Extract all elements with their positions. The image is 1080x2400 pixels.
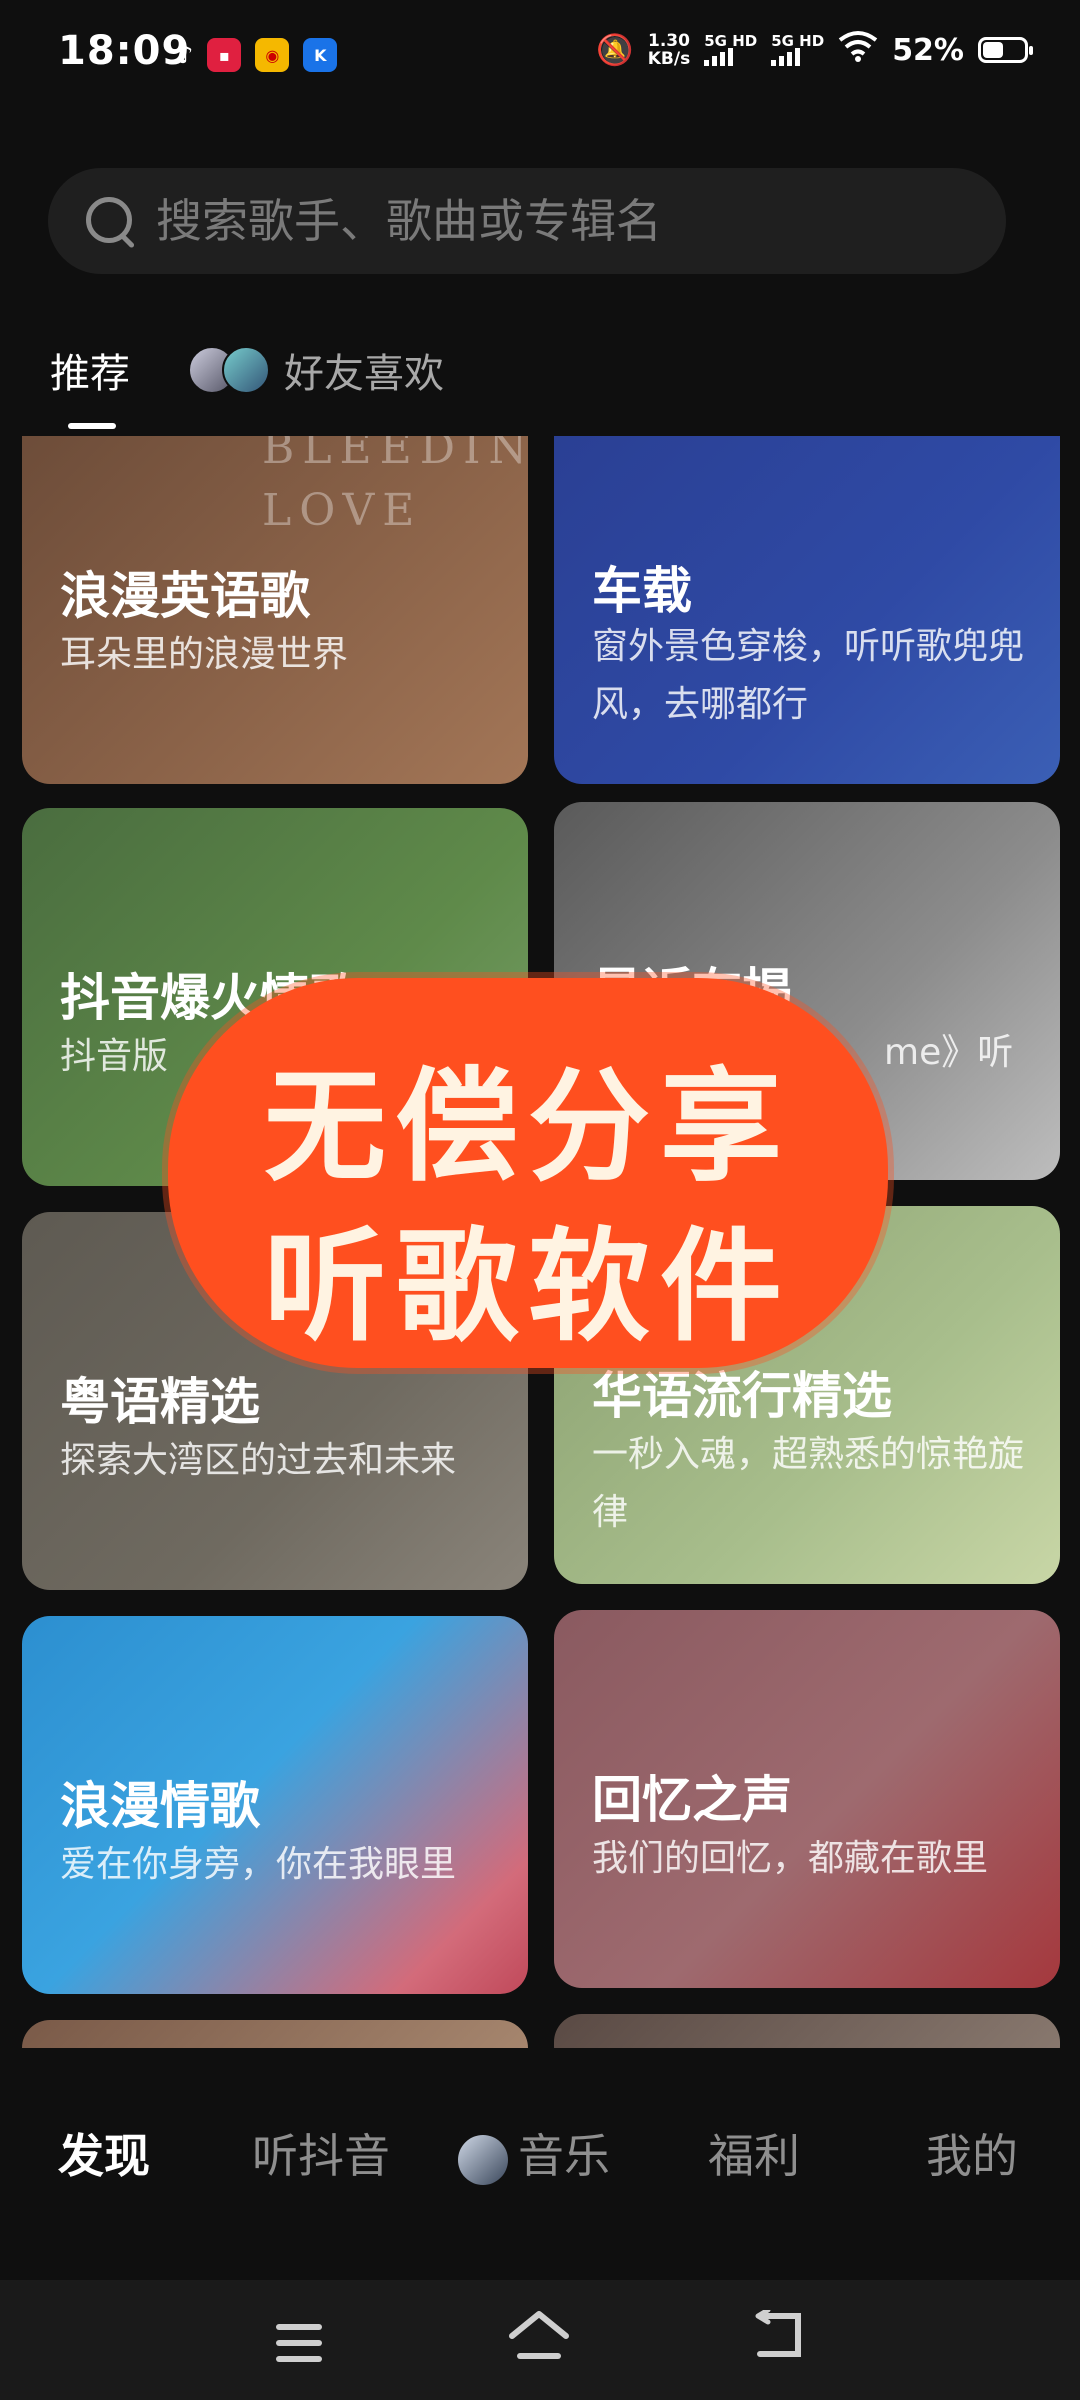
card-title: 回忆之声 bbox=[592, 1771, 792, 1829]
battery-percent: 52% bbox=[892, 32, 964, 68]
small-app-icon: ♪ bbox=[178, 41, 194, 69]
mute-bell-icon: 🔕 bbox=[596, 32, 634, 68]
nav-discover[interactable]: 发现 bbox=[58, 2120, 150, 2186]
tab-recommend[interactable]: 推荐 bbox=[50, 341, 130, 429]
status-right: 🔕 1.30 KB/s 5G HD 5G HD 52% bbox=[596, 30, 1033, 70]
sim1-label: 5G HD bbox=[704, 32, 758, 50]
playlist-card-memories[interactable]: 回忆之声 我们的回忆，都藏在歌里 bbox=[554, 1610, 1060, 1988]
tab-friends-label: 好友喜欢 bbox=[284, 351, 444, 397]
card-title: 浪漫英语歌 bbox=[60, 567, 310, 625]
card-subtitle: 爱在你身旁，你在我眼里 bbox=[60, 1844, 457, 1885]
nav-mine[interactable]: 我的 bbox=[926, 2120, 1018, 2186]
card-subtitle: 耳朵里的浪漫世界 bbox=[60, 634, 349, 675]
nav-music-label: 音乐 bbox=[518, 2129, 610, 2183]
avatar bbox=[222, 346, 270, 394]
card-subtitle: me》听 bbox=[884, 1032, 1014, 1073]
tab-friends-like[interactable]: 好友喜欢 bbox=[188, 341, 444, 399]
wifi-icon bbox=[838, 30, 878, 70]
playlist-card-partial[interactable] bbox=[22, 2020, 528, 2048]
speed-unit: KB/s bbox=[647, 49, 691, 69]
card-subtitle: 一秒入魂，超熟悉的惊艳旋律 bbox=[592, 1434, 1025, 1533]
playlist-card-car[interactable]: 车载 窗外景色穿梭，听听歌兜兜风，去哪都行 bbox=[554, 436, 1060, 784]
notification-icons: ♪ ▪ ◉ K bbox=[178, 38, 338, 72]
bottom-nav: 发现 听抖音 音乐 福利 我的 bbox=[0, 2048, 1080, 2280]
nav-music[interactable]: 音乐 bbox=[458, 2120, 610, 2186]
sim1-signal: 5G HD bbox=[704, 34, 757, 66]
overlay-line-2: 听歌软件 bbox=[264, 1216, 792, 1358]
overlay-line-1: 无偿分享 bbox=[264, 1056, 792, 1198]
nav-welfare[interactable]: 福利 bbox=[708, 2120, 800, 2186]
signal-bars-icon bbox=[704, 48, 757, 66]
signal-bars-icon bbox=[771, 48, 824, 66]
promo-overlay-sticker: 无偿分享 听歌软件 bbox=[168, 978, 888, 1368]
card-subtitle: 探索大湾区的过去和未来 bbox=[60, 1440, 457, 1481]
search-bar[interactable] bbox=[48, 168, 1006, 274]
back-icon[interactable] bbox=[754, 2307, 824, 2360]
playlist-card-love-songs[interactable]: 浪漫情歌 爱在你身旁，你在我眼里 bbox=[22, 1616, 528, 1994]
card-title: 浪漫情歌 bbox=[60, 1777, 260, 1835]
album-art-text: BLEEDIN LOVE bbox=[262, 436, 528, 536]
search-icon bbox=[80, 191, 140, 251]
system-nav-bar bbox=[0, 2280, 1080, 2400]
playlist-card-romantic-english[interactable]: BLEEDIN LOVE 浪漫英语歌 耳朵里的浪漫世界 bbox=[22, 436, 528, 784]
card-title: 粤语精选 bbox=[60, 1373, 260, 1431]
network-speed: 1.30 KB/s bbox=[648, 32, 690, 68]
red-app-icon: ▪ bbox=[207, 38, 242, 72]
sim2-signal: 5G HD bbox=[771, 34, 824, 66]
card-subtitle: 我们的回忆，都藏在歌里 bbox=[592, 1838, 989, 1879]
speed-value: 1.30 bbox=[648, 31, 690, 51]
card-subtitle: 窗外景色穿梭，听听歌兜兜风，去哪都行 bbox=[592, 626, 1025, 725]
blue-k-icon: K bbox=[303, 38, 338, 72]
status-bar: 18:09 ♪ ▪ ◉ K 🔕 1.30 KB/s 5G HD 5G HD 52… bbox=[0, 0, 1080, 110]
music-avatar-icon bbox=[458, 2134, 508, 2185]
playlist-card-partial[interactable] bbox=[554, 2014, 1060, 2048]
friend-avatars bbox=[188, 346, 270, 394]
weibo-icon: ◉ bbox=[255, 38, 290, 72]
battery-icon bbox=[978, 37, 1033, 63]
status-time: 18:09 bbox=[58, 28, 191, 74]
menu-icon[interactable] bbox=[276, 2324, 346, 2374]
home-icon[interactable] bbox=[508, 2310, 578, 2360]
top-tabs: 推荐 好友喜欢 bbox=[50, 320, 444, 429]
nav-listen-douyin[interactable]: 听抖音 bbox=[252, 2120, 390, 2186]
search-input[interactable] bbox=[154, 193, 958, 249]
sim2-label: 5G HD bbox=[771, 32, 825, 50]
card-title: 车载 bbox=[592, 562, 692, 620]
